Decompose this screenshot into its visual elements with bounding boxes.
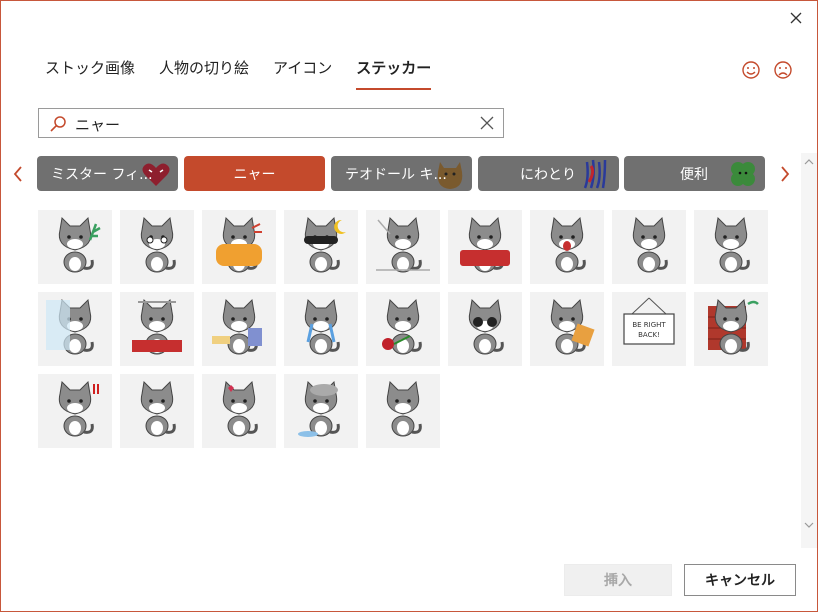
chevron-left-icon[interactable]	[9, 163, 27, 185]
close-icon[interactable]	[785, 7, 807, 29]
scroll-up-icon[interactable]	[804, 157, 814, 167]
chevron-right-icon[interactable]	[776, 163, 794, 185]
tab-cutout-people[interactable]: 人物の切り絵	[159, 57, 249, 90]
sticker-sign-text: BE RIGHT	[632, 321, 666, 329]
search-input[interactable]: ニャー	[75, 114, 120, 135]
sticker-tile[interactable]	[284, 292, 358, 366]
sticker-tile[interactable]	[694, 210, 768, 284]
sticker-tile[interactable]	[612, 210, 686, 284]
splat-icon	[583, 159, 607, 189]
sticker-tile[interactable]	[202, 210, 276, 284]
tab-bar: ストック画像 人物の切り絵 アイコン ステッカー	[45, 57, 432, 90]
frown-icon[interactable]	[773, 60, 793, 80]
sticker-dialog: ストック画像 人物の切り絵 アイコン ステッカー ニャー ミスター フィ... …	[0, 0, 818, 612]
sticker-tile[interactable]	[366, 374, 440, 448]
sticker-tile[interactable]	[38, 292, 112, 366]
sticker-tile[interactable]	[120, 210, 194, 284]
smile-icon[interactable]	[741, 60, 761, 80]
sticker-tile[interactable]	[202, 374, 276, 448]
scroll-down-icon[interactable]	[804, 520, 814, 530]
vertical-scrollbar[interactable]	[801, 153, 817, 548]
category-handy[interactable]: 便利	[624, 156, 765, 191]
tab-stickers[interactable]: ステッカー	[356, 57, 432, 90]
category-theodore-ki[interactable]: テオドール キ...	[331, 156, 472, 191]
search-box[interactable]: ニャー	[38, 108, 504, 138]
sticker-tile[interactable]	[120, 292, 194, 366]
sticker-tile[interactable]	[202, 292, 276, 366]
sticker-tile[interactable]	[366, 210, 440, 284]
sticker-tile[interactable]	[448, 292, 522, 366]
sticker-tile[interactable]	[120, 374, 194, 448]
sticker-tile[interactable]	[38, 374, 112, 448]
search-icon	[50, 116, 66, 132]
sticker-tile[interactable]	[448, 210, 522, 284]
sticker-tile[interactable]	[284, 210, 358, 284]
clover-icon	[731, 162, 755, 186]
sticker-tile[interactable]	[694, 292, 768, 366]
svg-text:BACK!: BACK!	[638, 331, 660, 339]
category-nyaa[interactable]: ニャー	[184, 156, 325, 191]
category-mister-fi[interactable]: ミスター フィ...	[37, 156, 178, 191]
tab-stock-images[interactable]: ストック画像	[45, 57, 135, 90]
sticker-tile[interactable]	[530, 292, 604, 366]
category-chicken[interactable]: にわとり	[478, 156, 619, 191]
sticker-tile[interactable]: BE RIGHT BACK!	[612, 292, 686, 366]
tab-icons[interactable]: アイコン	[273, 57, 332, 90]
cancel-button[interactable]: キャンセル	[684, 564, 796, 596]
sticker-tile[interactable]	[530, 210, 604, 284]
sticker-tile[interactable]	[366, 292, 440, 366]
sticker-tile[interactable]	[284, 374, 358, 448]
clear-icon[interactable]	[479, 115, 495, 131]
insert-button[interactable]: 挿入	[564, 564, 672, 596]
sticker-tile[interactable]	[38, 210, 112, 284]
